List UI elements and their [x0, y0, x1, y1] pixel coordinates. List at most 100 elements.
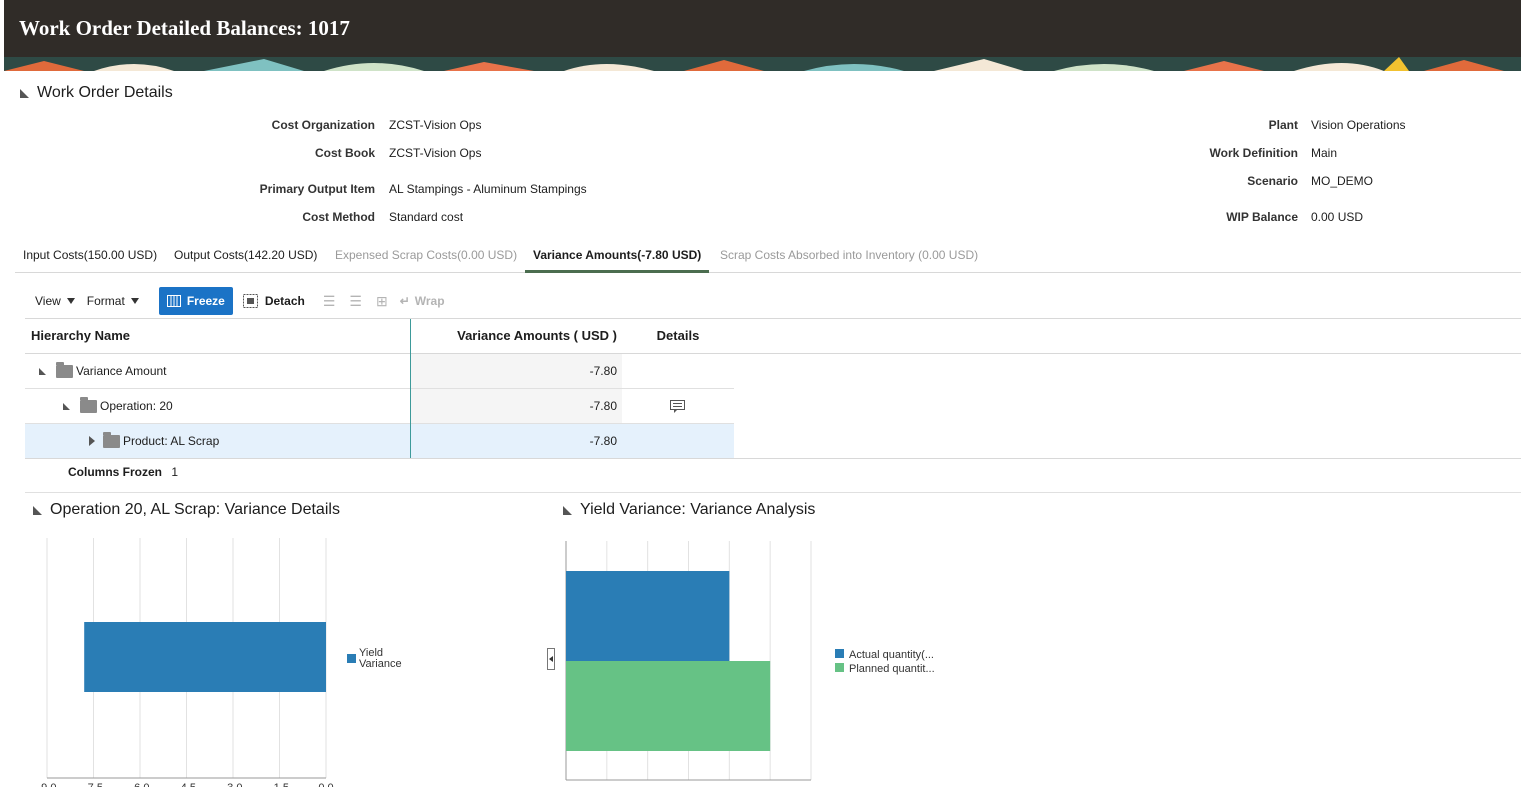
balance-tabs: Input Costs(150.00 USD) Output Costs(142… — [15, 240, 1521, 273]
row-amount: -7.80 — [411, 424, 622, 458]
column-header-details[interactable]: Details — [622, 319, 734, 354]
table-row[interactable]: Product: AL Scrap -7.80 — [25, 424, 734, 459]
detach-icon — [242, 294, 258, 308]
columns-frozen-status: Columns Frozen 1 — [68, 465, 178, 479]
hierarchy-icon: ⊞ — [375, 292, 388, 309]
bar-planned-quantity — [566, 661, 771, 751]
variance-analysis-chart: Actual quantity(... Planned quantit... — [565, 541, 935, 781]
variance-hierarchy-table: Hierarchy Name Variance Amounts ( USD ) … — [25, 318, 1521, 459]
x-tick-label: -6.0 — [131, 782, 150, 787]
section-title: Work Order Details — [37, 84, 173, 101]
field-label-primary-output-item: Primary Output Item — [259, 182, 375, 196]
field-label-cost-method: Cost Method — [302, 210, 375, 224]
table-row[interactable]: Variance Amount -7.80 — [25, 354, 734, 389]
x-tick-label: -7.5 — [84, 782, 103, 787]
legend-label: Variance — [359, 658, 402, 670]
row-amount: -7.80 — [411, 389, 622, 423]
field-label-plant: Plant — [1268, 118, 1298, 132]
detach-button[interactable]: Detach — [242, 294, 305, 308]
chart-title: Operation 20, AL Scrap: Variance Details — [50, 501, 340, 518]
freeze-divider[interactable] — [410, 319, 411, 458]
expanded-triangle-icon[interactable] — [39, 367, 46, 375]
row-name: Operation: 20 — [100, 399, 173, 413]
field-value-plant: Vision Operations — [1311, 118, 1406, 132]
table-row[interactable]: Operation: 20 -7.80 — [25, 389, 734, 424]
tree-cell: Operation: 20 — [63, 389, 173, 423]
field-label-cost-organization: Cost Organization — [271, 118, 375, 132]
column-header-hierarchy-name[interactable]: Hierarchy Name — [31, 319, 401, 354]
wrap-label: Wrap — [414, 294, 445, 308]
table-bottom-border — [25, 458, 1521, 459]
field-value-cost-method: Standard cost — [389, 210, 464, 224]
chevron-down-icon — [66, 298, 75, 304]
detach-label: Detach — [264, 294, 305, 308]
freeze-columns-icon — [166, 295, 181, 307]
tab-variance-amounts[interactable]: Variance Amounts(-7.80 USD) — [525, 240, 710, 273]
wrap-icon: ↵ — [399, 294, 410, 308]
columns-frozen-label: Columns Frozen — [68, 465, 163, 479]
field-label-work-definition: Work Definition — [1209, 146, 1298, 160]
table-toolbar: View Format Freeze Detach ☰ ☰ ⊞ ↵ Wrap — [25, 286, 445, 316]
header-decorative-band — [4, 57, 1521, 71]
field-value-wip-balance: 0.00 USD — [1311, 210, 1364, 224]
page-title: Work Order Detailed Balances: 1017 — [19, 16, 350, 40]
legend-swatch — [835, 649, 844, 658]
x-tick-label: -4.5 — [177, 782, 196, 787]
move-up-icon: ☰ — [322, 292, 336, 309]
wrap-button: ↵ Wrap — [400, 294, 445, 308]
field-label-wip-balance: WIP Balance — [1226, 210, 1298, 224]
row-amount: -7.80 — [411, 354, 622, 388]
details-icon[interactable] — [670, 400, 685, 413]
tab-output-costs[interactable]: Output Costs(142.20 USD) — [166, 240, 325, 273]
folder-icon — [80, 396, 97, 413]
section-divider — [25, 492, 1521, 493]
folder-icon — [103, 431, 120, 448]
variance-analysis-chart-header[interactable]: Yield Variance: Variance Analysis — [563, 501, 815, 519]
legend-label: Planned quantit... — [849, 663, 935, 675]
work-order-details-header[interactable]: Work Order Details — [20, 84, 173, 102]
column-header-variance-amounts[interactable]: Variance Amounts ( USD ) — [411, 319, 617, 354]
freeze-label: Freeze — [186, 294, 225, 308]
page-header: Work Order Detailed Balances: 1017 — [4, 0, 1521, 71]
field-value-work-definition: Main — [1311, 146, 1338, 160]
chevron-down-icon — [130, 298, 139, 304]
chart-title: Yield Variance: Variance Analysis — [580, 501, 816, 518]
row-name: Product: AL Scrap — [123, 434, 220, 448]
x-tick-label: 0.0 — [318, 782, 333, 787]
freeze-button[interactable]: Freeze — [158, 287, 233, 315]
row-name: Variance Amount — [76, 364, 167, 378]
tab-input-costs[interactable]: Input Costs(150.00 USD) — [15, 240, 165, 273]
columns-frozen-value: 1 — [171, 465, 179, 479]
format-menu[interactable]: Format — [87, 294, 139, 308]
field-value-cost-book: ZCST-Vision Ops — [389, 146, 482, 160]
legend-swatch — [347, 654, 356, 663]
x-tick-label: -1.5 — [270, 782, 289, 787]
collapse-triangle-icon[interactable] — [20, 88, 29, 98]
field-value-scenario: MO_DEMO — [1311, 174, 1374, 188]
chart-splitter-handle[interactable] — [547, 648, 555, 670]
variance-details-chart: -9.0-7.5-6.0-4.5-3.0-1.50.0YieldVariance — [38, 538, 402, 787]
move-top-icon: ☰ — [349, 292, 362, 309]
bar-yield-variance — [84, 622, 326, 692]
bar-actual-quantity — [566, 571, 730, 661]
x-tick-label: -3.0 — [224, 782, 243, 787]
tree-cell: Variance Amount — [39, 354, 167, 388]
tab-expensed-scrap-costs: Expensed Scrap Costs(0.00 USD) — [335, 248, 518, 262]
view-menu[interactable]: View — [35, 294, 75, 308]
field-label-scenario: Scenario — [1247, 174, 1298, 188]
tree-cell: Product: AL Scrap — [89, 424, 219, 458]
legend-label: Actual quantity(... — [849, 649, 934, 661]
format-menu-label: Format — [86, 294, 125, 308]
collapsed-triangle-icon[interactable] — [89, 436, 95, 446]
tab-scrap-costs-absorbed: Scrap Costs Absorbed into Inventory (0.0… — [720, 248, 979, 262]
field-value-primary-output-item: AL Stampings - Aluminum Stampings — [389, 182, 587, 196]
folder-icon — [56, 361, 73, 378]
collapse-triangle-icon[interactable] — [33, 505, 42, 515]
legend-swatch — [835, 663, 844, 672]
view-menu-label: View — [35, 294, 61, 308]
field-label-cost-book: Cost Book — [315, 146, 375, 160]
variance-details-chart-header[interactable]: Operation 20, AL Scrap: Variance Details — [33, 501, 340, 519]
expanded-triangle-icon[interactable] — [63, 402, 70, 410]
x-tick-label: -9.0 — [38, 782, 57, 787]
collapse-triangle-icon[interactable] — [563, 505, 572, 515]
